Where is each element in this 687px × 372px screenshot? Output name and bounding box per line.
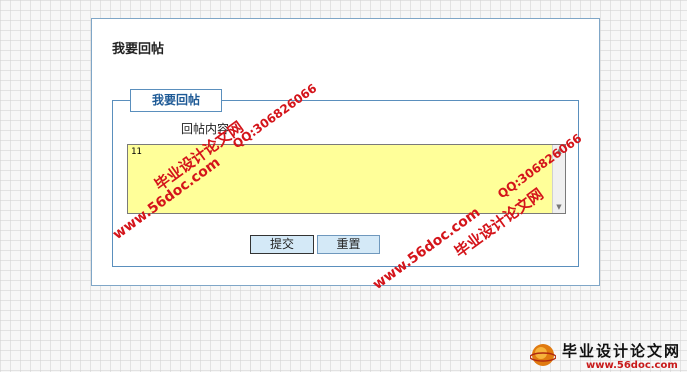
logo-url: www.56doc.com [586, 360, 678, 371]
reset-button[interactable]: 重置 [317, 235, 380, 254]
globe-icon [530, 344, 556, 366]
submit-button[interactable]: 提交 [250, 235, 314, 254]
site-logo: 毕业设计论文网 www.56doc.com [522, 336, 687, 372]
form-legend: 我要回帖 [130, 89, 222, 112]
page-title: 我要回帖 [112, 42, 165, 57]
reply-panel: 我要回帖 我要回帖 回帖内容 11 ▲ ▼ 提交 重置 [91, 18, 600, 286]
logo-text: 毕业设计论文网 [562, 342, 682, 360]
scroll-down-arrow-icon[interactable]: ▼ [553, 201, 565, 213]
